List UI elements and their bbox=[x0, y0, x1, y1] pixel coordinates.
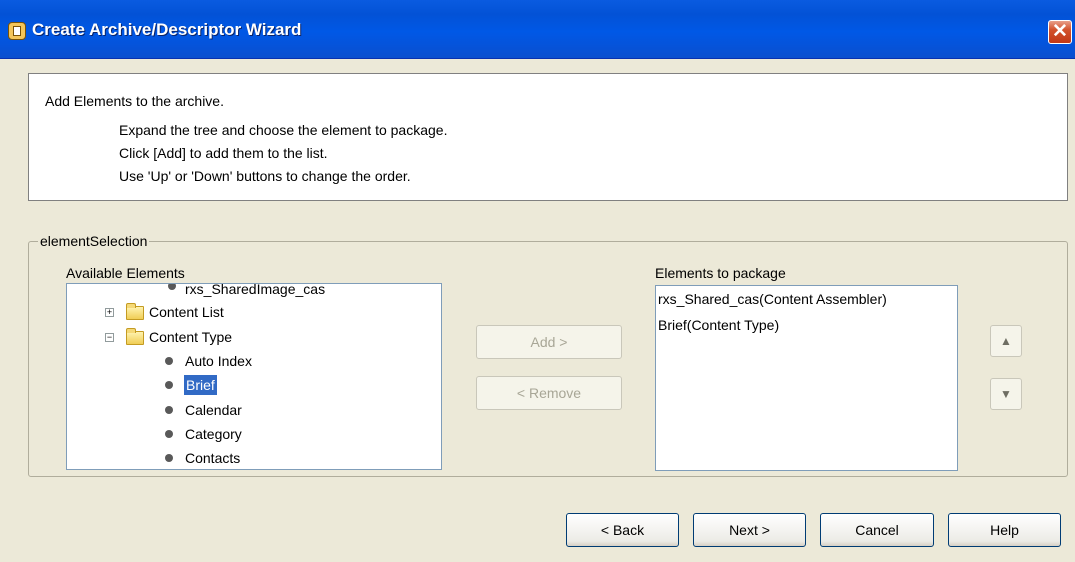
instruction-line: Click [Add] to add them to the list. bbox=[119, 145, 328, 161]
tree-item-calendar[interactable]: Calendar bbox=[67, 399, 441, 421]
tree-item-label: Category bbox=[185, 426, 242, 442]
tree-item-contacts[interactable]: Contacts bbox=[67, 447, 441, 469]
elements-to-package-label: Elements to package bbox=[655, 265, 786, 281]
bullet-icon bbox=[165, 430, 173, 438]
tree-item-label: Contacts bbox=[185, 450, 241, 466]
add-button[interactable]: Add > bbox=[476, 325, 622, 359]
move-down-button[interactable]: ▼ bbox=[990, 378, 1022, 410]
tree-item-brief[interactable]: Brief bbox=[67, 374, 441, 396]
folder-icon bbox=[126, 303, 144, 320]
tree-item-label: Brief bbox=[184, 375, 217, 395]
cancel-button[interactable]: Cancel bbox=[820, 513, 934, 547]
tree-item-content-list[interactable]: + Content List bbox=[67, 301, 441, 323]
tree-item-label: Content Type bbox=[149, 329, 233, 345]
list-item[interactable]: rxs_Shared_cas(Content Assembler) bbox=[658, 291, 887, 307]
back-button[interactable]: < Back bbox=[566, 513, 679, 547]
tree-item-content-type[interactable]: − Content Type bbox=[67, 326, 441, 348]
elements-to-package-list[interactable]: rxs_Shared_cas(Content Assembler) Brief(… bbox=[655, 285, 958, 471]
tree-item-label: Auto Index bbox=[185, 353, 252, 369]
open-folder-icon bbox=[126, 328, 144, 345]
tree-item-label: Calendar bbox=[185, 402, 242, 418]
instruction-line: Use 'Up' or 'Down' buttons to change the… bbox=[119, 168, 411, 184]
move-up-button[interactable]: ▲ bbox=[990, 325, 1022, 357]
title-bar: Create Archive/Descriptor Wizard ✕ bbox=[0, 0, 1075, 59]
instructions-heading: Add Elements to the archive. bbox=[45, 93, 224, 109]
tree-item-label: Content List bbox=[149, 304, 224, 320]
expand-icon[interactable]: + bbox=[105, 308, 114, 317]
available-elements-label: Available Elements bbox=[66, 265, 185, 281]
bullet-icon bbox=[165, 454, 173, 462]
bullet-icon bbox=[165, 406, 173, 414]
bullet-icon bbox=[168, 284, 176, 290]
archive-icon bbox=[8, 22, 26, 40]
available-elements-tree[interactable]: rxs_SharedImage_cas + Content List − Con… bbox=[66, 283, 442, 470]
help-button[interactable]: Help bbox=[948, 513, 1061, 547]
instructions-panel: Add Elements to the archive. Expand the … bbox=[28, 73, 1068, 201]
next-button[interactable]: Next > bbox=[693, 513, 806, 547]
close-button[interactable]: ✕ bbox=[1048, 20, 1072, 44]
remove-button[interactable]: < Remove bbox=[476, 376, 622, 410]
tree-item-label: rxs_SharedImage_cas bbox=[185, 283, 326, 297]
bullet-icon bbox=[165, 357, 173, 365]
window-title: Create Archive/Descriptor Wizard bbox=[32, 20, 302, 39]
tree-item[interactable]: rxs_SharedImage_cas bbox=[67, 283, 441, 300]
bullet-icon bbox=[165, 381, 173, 389]
tree-item-auto-index[interactable]: Auto Index bbox=[67, 350, 441, 372]
collapse-icon[interactable]: − bbox=[105, 333, 114, 342]
instruction-line: Expand the tree and choose the element t… bbox=[119, 122, 448, 138]
tree-item-category[interactable]: Category bbox=[67, 423, 441, 445]
list-item[interactable]: Brief(Content Type) bbox=[658, 317, 779, 333]
element-selection-label: elementSelection bbox=[38, 233, 150, 249]
